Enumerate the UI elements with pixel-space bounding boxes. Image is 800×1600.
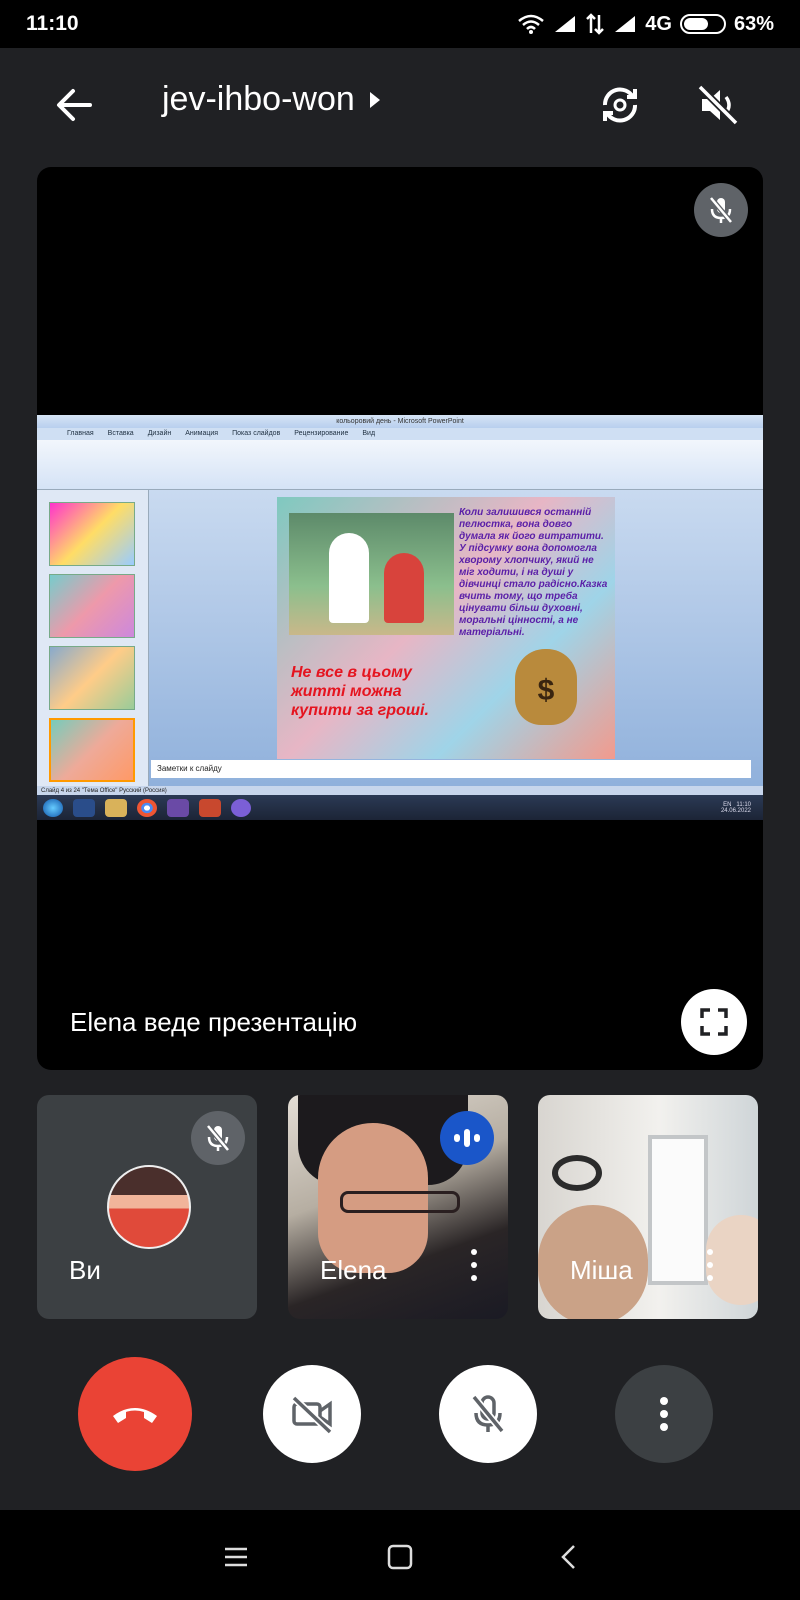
fullscreen-button[interactable] [681, 989, 747, 1055]
more-options-button[interactable] [615, 1365, 713, 1463]
call-end-icon [113, 1408, 157, 1423]
window-title: кольоровий день - Microsoft PowerPoint [37, 415, 763, 428]
participant-tile-misha[interactable]: Міша [538, 1095, 758, 1319]
slide-highlight-text: Не все в цьому житті можна купити за гро… [291, 664, 429, 719]
windows-taskbar: EN 11:10 24.06.2022 [37, 795, 763, 820]
nav-back-button[interactable] [541, 1530, 595, 1584]
taskbar-date: 24.06.2022 [720, 807, 751, 814]
switch-camera-button[interactable] [588, 73, 652, 137]
more-options-icon[interactable] [700, 1245, 720, 1285]
audio-off-button[interactable] [686, 73, 750, 137]
presentation-tile[interactable]: кольоровий день - Microsoft PowerPoint Г… [37, 167, 763, 1070]
signal-icon [555, 16, 576, 32]
slide-thumbnail [49, 646, 135, 710]
menu-icon [225, 1547, 247, 1567]
glasses [340, 1191, 460, 1213]
wifi-icon [518, 14, 545, 34]
illustration-girl [384, 553, 424, 623]
participant-name: Elena [320, 1255, 387, 1285]
slide-thumbnails [37, 490, 149, 790]
speaking-indicator [440, 1111, 494, 1165]
network-type: 4G [645, 12, 672, 35]
participant-name: Ви [69, 1255, 101, 1285]
editor-area: Коли залишився останній пелюстка, вона д… [37, 490, 763, 790]
meeting-header: jev-ihbo-won [0, 60, 800, 150]
media-player-icon [73, 798, 95, 817]
back-chevron-icon [561, 1545, 575, 1569]
status-icons: 4G 63% [517, 13, 774, 36]
battery-percent: 63% [733, 12, 774, 35]
meeting-code: jev-ihbo-won [162, 80, 355, 118]
switch-camera-icon [602, 87, 638, 123]
presenter-mute-badge [694, 183, 748, 237]
ribbon-tab: Главная [67, 430, 94, 437]
shared-screen: кольоровий день - Microsoft PowerPoint Г… [37, 415, 763, 820]
slide-illustration [289, 513, 454, 635]
ribbon-tabs: Главная Вставка Дизайн Анимация Показ сл… [37, 428, 763, 440]
ribbon [37, 440, 763, 490]
slide-body-text: Коли залишився останній пелюстка, вона д… [459, 507, 608, 638]
ribbon-tab: Рецензирование [294, 430, 349, 437]
more-vert-icon [660, 1397, 668, 1431]
home-square-icon [387, 1544, 413, 1570]
ribbon-tab: Вставка [107, 430, 134, 437]
more-options-icon[interactable] [464, 1245, 484, 1285]
signal-icon-2 [615, 16, 636, 32]
status-time: 11:10 [26, 12, 79, 35]
data-transfer-icon [586, 13, 605, 35]
ribbon-tab: Анимация [185, 430, 219, 437]
slide-thumbnail [49, 502, 135, 566]
current-slide: Коли залишився останній пелюстка, вона д… [277, 497, 615, 759]
system-nav-bar [0, 1510, 800, 1600]
participant-video [552, 1155, 602, 1191]
slide-thumbnail-selected [49, 718, 135, 782]
arrow-back-icon [57, 89, 92, 121]
camera-toggle-button[interactable] [263, 1365, 361, 1463]
illustration-boy [329, 533, 369, 623]
powerpoint-icon [199, 798, 221, 817]
mic-off-icon [206, 1124, 230, 1152]
start-icon [43, 798, 63, 817]
folder-icon [105, 798, 127, 817]
participant-tile-self[interactable]: Ви [37, 1095, 257, 1319]
meeting-title[interactable]: jev-ihbo-won [162, 80, 381, 119]
presenter-label: Elena веде презентацію [70, 1007, 358, 1037]
mic-off-icon [709, 196, 733, 224]
ribbon-tab: Дизайн [147, 430, 172, 437]
hang-up-button[interactable] [78, 1357, 192, 1471]
participant-tile-elena[interactable]: Elena [288, 1095, 508, 1319]
participant-face [318, 1123, 460, 1273]
chevron-right-icon [369, 91, 380, 108]
taskbar-clock: EN 11:10 24.06.2022 [721, 802, 751, 814]
nav-menu-button[interactable] [209, 1530, 263, 1584]
volume-off-icon [697, 84, 739, 126]
avatar [107, 1165, 191, 1249]
slide-notes: Заметки к слайду [151, 760, 751, 778]
ribbon-tab: Вид [362, 430, 376, 437]
money-bag-icon: $ [515, 649, 577, 725]
mic-off-icon [471, 1394, 505, 1434]
videocam-off-icon [291, 1395, 333, 1434]
ribbon-tab: Показ слайдов [232, 430, 281, 437]
nav-home-button[interactable] [373, 1530, 427, 1584]
chrome-icon [137, 798, 157, 817]
background-window [648, 1135, 708, 1285]
mic-toggle-button[interactable] [439, 1365, 537, 1463]
slide-thumbnail [49, 574, 135, 638]
status-bar: 11:10 4G 63% [0, 0, 800, 48]
viber-icon [231, 798, 251, 817]
back-button[interactable] [42, 73, 106, 137]
battery-level [683, 18, 708, 30]
participant-name: Міша [570, 1255, 633, 1285]
battery-icon [679, 14, 726, 34]
self-mute-badge [191, 1111, 245, 1165]
app-icon [167, 798, 189, 817]
fullscreen-icon [700, 1008, 728, 1036]
